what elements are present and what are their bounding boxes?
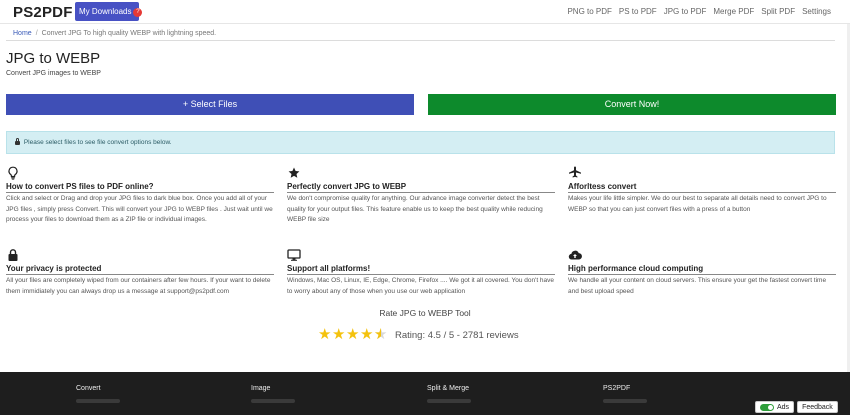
my-downloads-button[interactable]: My Downloads? <box>75 2 143 21</box>
nav-link-merge-pdf[interactable]: Merge PDF <box>713 7 754 16</box>
breadcrumb-divider <box>6 40 835 41</box>
ads-toggle[interactable]: Ads <box>755 401 795 413</box>
page-subtitle: Convert JPG images to WEBP <box>6 70 101 77</box>
footer-heading-ps2pdf: PS2PDF <box>603 385 631 392</box>
feature-text: We handle all your content on cloud serv… <box>568 277 827 295</box>
breadcrumb-separator: / <box>35 30 38 37</box>
footer-heading-convert: Convert <box>76 385 101 392</box>
my-downloads-label: My Downloads <box>79 7 132 16</box>
feature-text: Windows, Mac OS, Linux, IE, Edge, Chrome… <box>287 277 555 295</box>
feedback-label: Feedback <box>802 403 833 411</box>
feature-title: Perfectly convert JPG to WEBP <box>287 182 555 193</box>
page-title: JPG to WEBP <box>6 50 101 67</box>
footer-heading-image: Image <box>251 385 271 392</box>
ads-feedback-widget: Ads Feedback <box>755 401 838 414</box>
nav-links: PNG to PDF PS to PDF JPG to PDF Merge PD… <box>567 7 831 16</box>
airplane-icon <box>569 166 581 178</box>
ads-label: Ads <box>777 403 790 411</box>
footer-link[interactable] <box>76 399 120 403</box>
feature-text: All your files are completely wiped from… <box>6 277 271 295</box>
lightbulb-icon <box>8 166 18 180</box>
rating-text: Rating: 4.5 / 5 - 2781 reviews <box>395 330 519 341</box>
feature-title: How to convert PS files to PDF online? <box>6 182 274 193</box>
downloads-badge: ? <box>133 8 143 17</box>
feedback-button[interactable]: Feedback <box>797 401 838 413</box>
star-icon[interactable]: ★ <box>346 327 360 342</box>
breadcrumb-current: Convert JPG To high quality WEBP with li… <box>41 30 217 37</box>
feature-title: Support all platforms! <box>287 264 555 275</box>
breadcrumb: Home / Convert JPG To high quality WEBP wi… <box>13 30 216 37</box>
nav-link-split-pdf[interactable]: Split PDF <box>761 7 795 16</box>
monitor-icon <box>287 249 301 261</box>
footer-link[interactable] <box>251 399 295 403</box>
feature-title: Your privacy is protected <box>6 264 274 275</box>
nav-link-settings[interactable]: Settings <box>802 7 831 16</box>
nav-link-jpg-to-pdf[interactable]: JPG to PDF <box>664 7 707 16</box>
star-icon[interactable]: ★ <box>318 327 332 342</box>
footer: Convert Image Split & Merge PS2PDF <box>0 372 850 415</box>
star-icon[interactable]: ★ <box>360 327 374 342</box>
feature-text: Click and select or Drag and drop your J… <box>6 195 273 223</box>
rating-stars[interactable]: ★ ★ ★ ★ ★ <box>318 327 388 342</box>
site-logo[interactable]: PS2PDF <box>13 4 73 21</box>
footer-heading-split-merge: Split & Merge <box>427 385 470 392</box>
alert-text: Please select files to see file convert … <box>23 139 172 146</box>
top-navbar: PS2PDF My Downloads? PNG to PDF PS to PD… <box>0 0 850 24</box>
footer-link[interactable] <box>427 399 471 403</box>
star-icon <box>288 167 300 178</box>
cloud-upload-icon <box>568 250 582 260</box>
star-icon[interactable]: ★ <box>332 327 346 342</box>
toggle-switch-icon[interactable] <box>760 403 774 411</box>
select-files-button[interactable]: + Select Files <box>6 94 414 115</box>
footer-link[interactable] <box>603 399 647 403</box>
nav-link-ps-to-pdf[interactable]: PS to PDF <box>619 7 657 16</box>
info-alert: Please select files to see file convert … <box>6 131 835 154</box>
feature-title: High performance cloud computing <box>568 264 836 275</box>
feature-title: Afforltess convert <box>568 182 836 193</box>
convert-now-button[interactable]: Convert Now! <box>428 94 836 115</box>
lock-icon <box>8 249 18 261</box>
breadcrumb-home[interactable]: Home <box>13 30 32 37</box>
lock-icon <box>15 138 20 145</box>
rating-title: Rate JPG to WEBP Tool <box>379 308 471 318</box>
feature-text: We don't compromise quality for anything… <box>287 195 543 223</box>
feature-text: Makes your life little simpler. We do ou… <box>568 195 827 213</box>
half-star-icon[interactable]: ★ <box>374 327 388 342</box>
nav-link-png-to-pdf[interactable]: PNG to PDF <box>567 7 611 16</box>
